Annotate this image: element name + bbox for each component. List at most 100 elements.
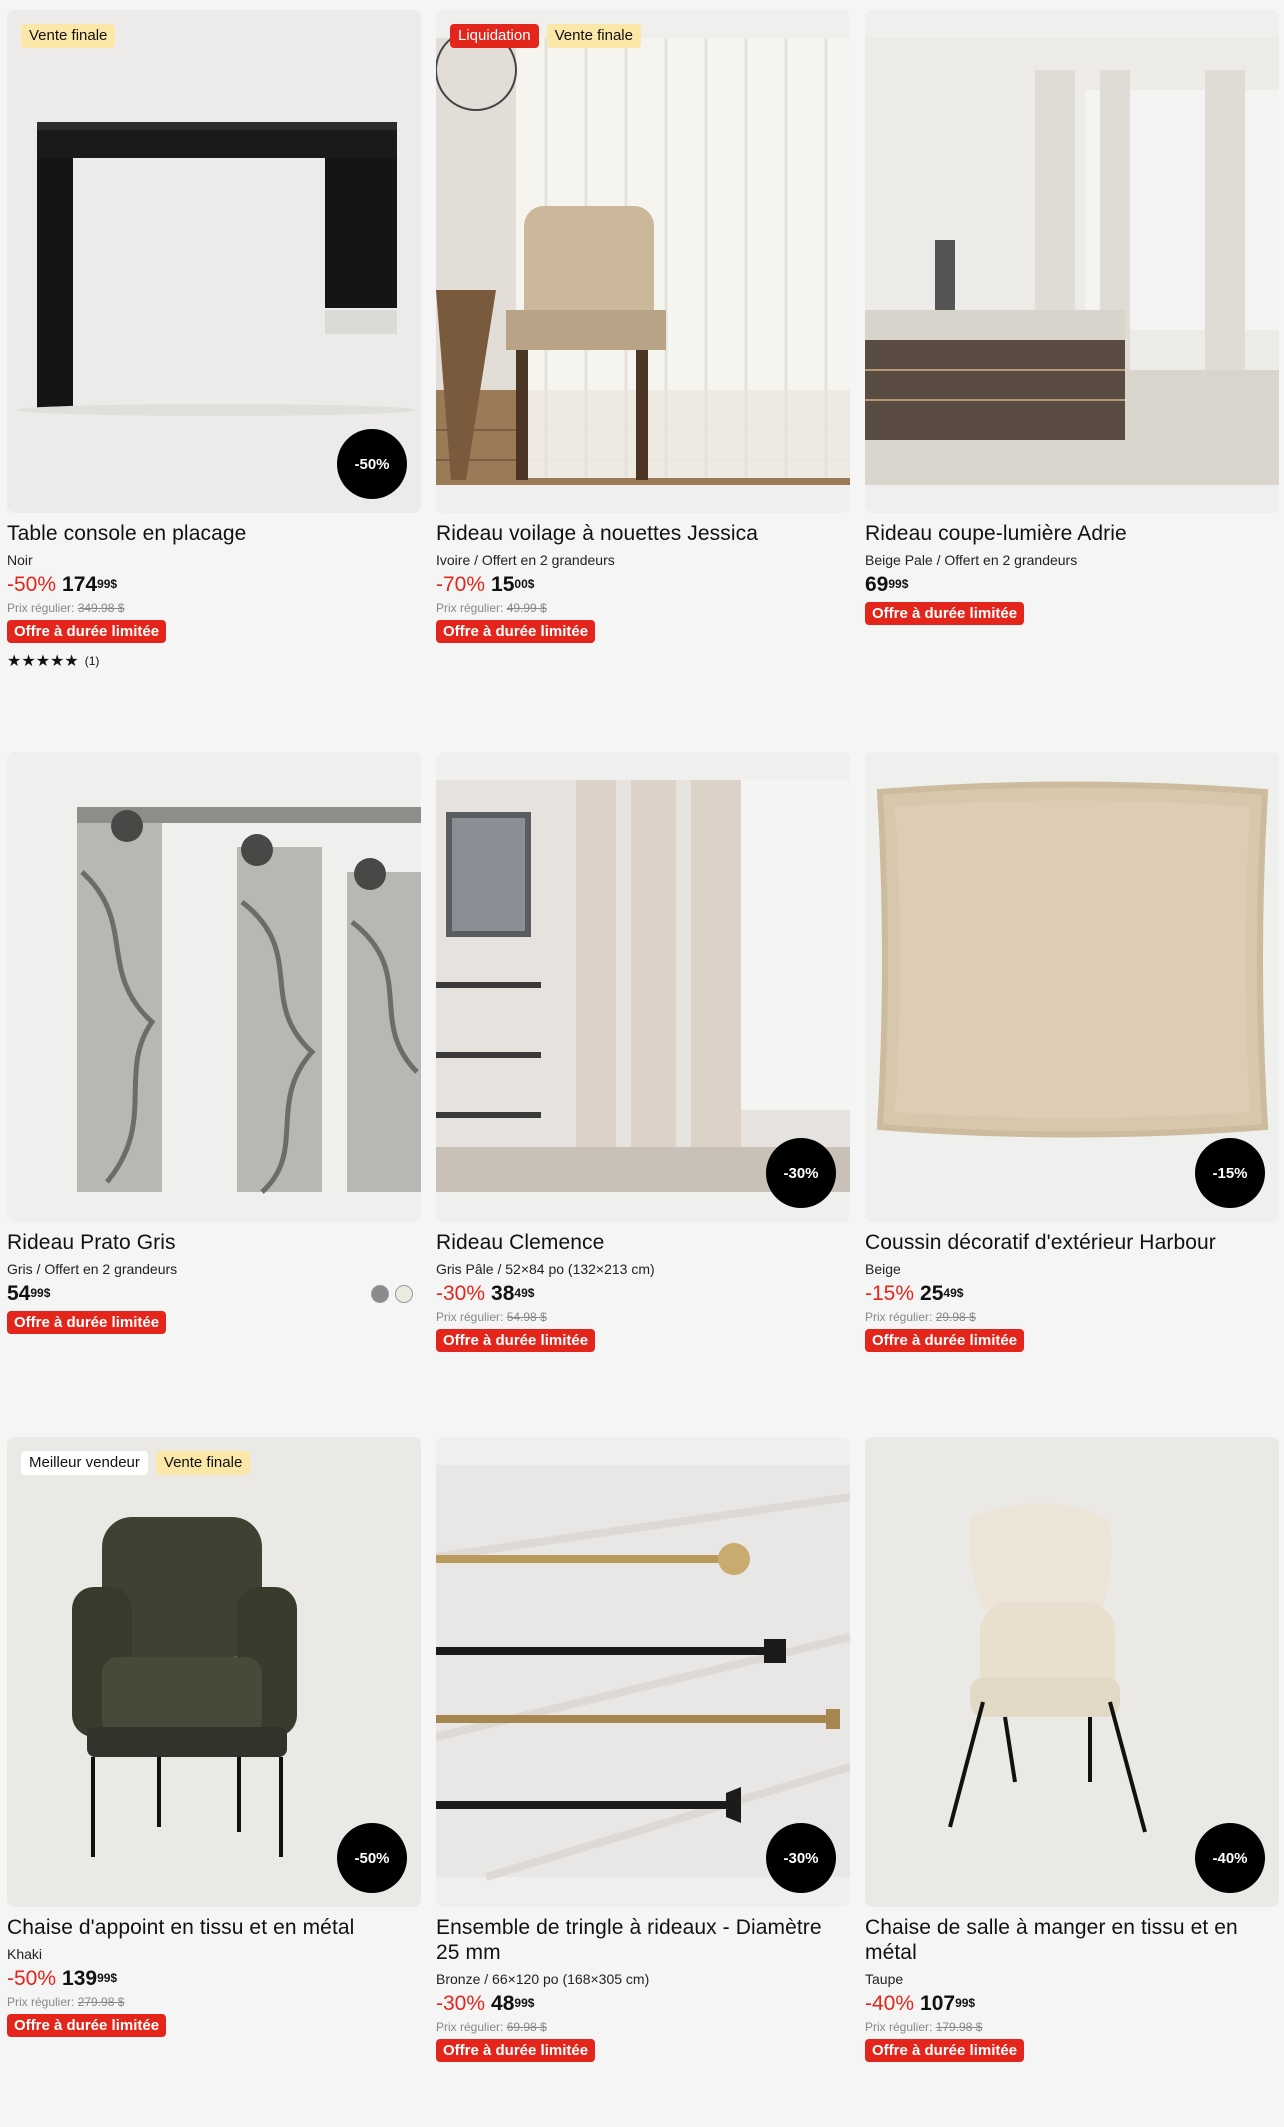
price-cents: 99$ [888, 577, 909, 591]
price-dollars: 69 [865, 573, 889, 596]
product-title[interactable]: Table console en placage [7, 521, 421, 546]
price-dollars: 139 [62, 1967, 98, 1990]
regular-price-label: Prix régulier: [436, 601, 504, 615]
discount-percent: -30% [436, 1992, 486, 2015]
limited-offer-badge: Offre à durée limitée [436, 1329, 596, 1352]
price-cents: 49$ [514, 1286, 535, 1300]
regular-price-label: Prix régulier: [7, 1995, 75, 2009]
best-seller-badge: Meilleur vendeur [21, 1451, 148, 1475]
discount-badge: -30% [766, 1823, 836, 1893]
sale-price: 6999$ [865, 573, 908, 597]
price-cents: 99$ [514, 1996, 535, 2010]
sale-price: 10799$ [920, 1992, 975, 2016]
product-variant: Beige [865, 1261, 901, 1277]
product-title[interactable]: Rideau coupe-lumière Adrie [865, 521, 1279, 546]
price-dollars: 107 [920, 1992, 956, 2015]
product-title[interactable]: Rideau Clemence [436, 1230, 850, 1255]
swatch-gray[interactable] [371, 1285, 389, 1303]
product-title[interactable]: Chaise d'appoint en tissu et en métal [7, 1915, 421, 1940]
variant-row: Gris / Offert en 2 grandeurs [7, 1261, 421, 1303]
regular-price-label: Prix régulier: [7, 601, 75, 615]
regular-price-value: 279.98 $ [77, 1995, 125, 2009]
price-line: -40% 10799$ [865, 1992, 1279, 2016]
regular-price-label: Prix régulier: [436, 1310, 504, 1324]
price-dollars: 48 [491, 1992, 515, 2015]
discount-percent: -50% [7, 1967, 57, 1990]
product-card[interactable]: -15% Coussin décoratif d'extérieur Harbo… [865, 752, 1279, 1352]
regular-price-label: Prix régulier: [865, 2020, 933, 2034]
product-title[interactable]: Rideau Prato Gris [7, 1230, 421, 1255]
price-line: -30% 4899$ [436, 1992, 850, 2016]
product-image[interactable]: -30% [436, 752, 850, 1222]
sale-price: 1500$ [491, 573, 534, 597]
limited-offer-badge: Offre à durée limitée [865, 2039, 1025, 2062]
product-card[interactable]: Vente finale -50% Table console en placa… [7, 10, 421, 671]
discount-percent: -15% [865, 1282, 915, 1305]
rating[interactable]: ★★★★★ (1) [7, 651, 421, 671]
limited-offer-badge: Offre à durée limitée [436, 2039, 596, 2062]
regular-price-value: 69.98 $ [506, 2020, 547, 2034]
limited-offer-badge: Offre à durée limitée [7, 620, 167, 643]
product-image[interactable]: Meilleur vendeur Vente finale -50% [7, 1437, 421, 1907]
product-image[interactable]: Liquidation Vente finale [436, 10, 850, 513]
swatch-ivory[interactable] [395, 1285, 413, 1303]
product-title[interactable]: Rideau voilage à nouettes Jessica [436, 521, 850, 546]
product-variant: Gris Pâle / 52×84 po (132×213 cm) [436, 1261, 655, 1277]
product-variant: Noir [7, 552, 33, 568]
product-variant: Ivoire / Offert en 2 grandeurs [436, 552, 615, 568]
product-card[interactable]: -30% Ensemble de tringle à rideaux - Dia… [436, 1437, 850, 2062]
regular-price: Prix régulier: 69.98 $ [436, 2020, 850, 2034]
limited-offer-badge: Offre à durée limitée [865, 602, 1025, 625]
product-variant: Beige Pale / Offert en 2 grandeurs [865, 552, 1078, 568]
product-title[interactable]: Coussin décoratif d'extérieur Harbour [865, 1230, 1279, 1255]
product-image[interactable]: -40% [865, 1437, 1279, 1907]
regular-price-value: 29.98 $ [935, 1310, 976, 1324]
badge-group: Vente finale [21, 24, 116, 48]
regular-price: Prix régulier: 54.98 $ [436, 1310, 850, 1324]
product-card[interactable]: Liquidation Vente finale Rideau voilage … [436, 10, 850, 643]
product-image[interactable] [865, 10, 1279, 513]
sale-price: 13999$ [62, 1967, 117, 1991]
product-card[interactable]: -30% Rideau Clemence Gris Pâle / 52×84 p… [436, 752, 850, 1352]
limited-offer-badge: Offre à durée limitée [7, 2014, 167, 2037]
price-cents: 00$ [514, 577, 535, 591]
product-image[interactable]: -15% [865, 752, 1279, 1222]
price-line: -70% 1500$ [436, 573, 850, 597]
price-dollars: 15 [491, 573, 515, 596]
discount-badge: -30% [766, 1138, 836, 1208]
final-sale-badge: Vente finale [21, 24, 116, 48]
product-card[interactable]: Rideau coupe-lumière Adrie Beige Pale / … [865, 10, 1279, 625]
regular-price-label: Prix régulier: [865, 1310, 933, 1324]
discount-percent: -40% [865, 1992, 915, 2015]
discount-badge: -15% [1195, 1138, 1265, 1208]
price-dollars: 174 [62, 573, 98, 596]
sale-price: 5499$ [7, 1282, 50, 1306]
product-image[interactable] [7, 752, 421, 1222]
price-cents: 99$ [955, 1996, 976, 2010]
discount-badge: -50% [337, 429, 407, 499]
product-title[interactable]: Chaise de salle à manger en tissu et en … [865, 1915, 1279, 1965]
product-variant: Bronze / 66×120 po (168×305 cm) [436, 1971, 650, 1987]
price-cents: 99$ [30, 1286, 51, 1300]
price-line: -50% 17499$ [7, 573, 421, 597]
price-line: -50% 13999$ [7, 1967, 421, 1991]
product-card[interactable]: Meilleur vendeur Vente finale -50% Chais… [7, 1437, 421, 2037]
regular-price: Prix régulier: 29.98 $ [865, 1310, 1279, 1324]
final-sale-badge: Vente finale [155, 1451, 251, 1475]
product-card[interactable]: Rideau Prato Gris Gris / Offert en 2 gra… [7, 752, 421, 1334]
product-variant: Taupe [865, 1971, 904, 1987]
sale-price: 3849$ [491, 1282, 534, 1306]
product-image[interactable]: Vente finale -50% [7, 10, 421, 513]
product-title[interactable]: Ensemble de tringle à rideaux - Diamètre… [436, 1915, 850, 1965]
price-line: 5499$ [7, 1282, 421, 1306]
color-swatches [371, 1285, 413, 1303]
product-variant: Gris / Offert en 2 grandeurs [7, 1261, 178, 1277]
price-cents: 99$ [97, 1971, 118, 1985]
regular-price-value: 49.99 $ [506, 601, 547, 615]
product-image[interactable]: -30% [436, 1437, 850, 1907]
product-card[interactable]: -40% Chaise de salle à manger en tissu e… [865, 1437, 1279, 2062]
discount-percent: -50% [7, 573, 57, 596]
sale-price: 17499$ [62, 573, 117, 597]
discount-badge: -50% [337, 1823, 407, 1893]
discount-badge: -40% [1195, 1823, 1265, 1893]
